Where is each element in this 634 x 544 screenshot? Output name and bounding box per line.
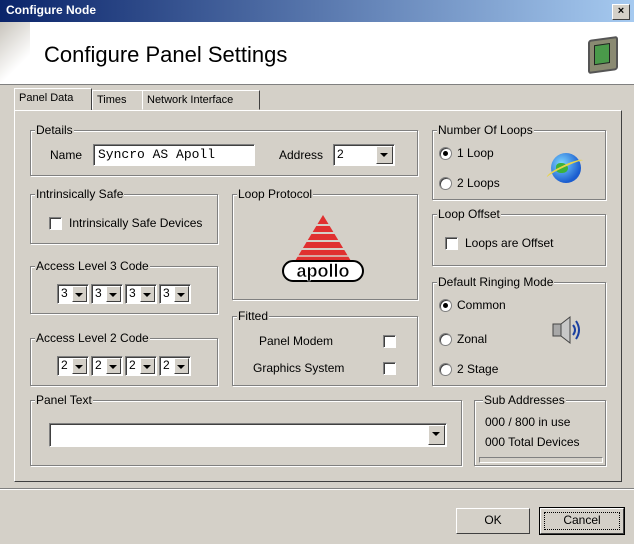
access-level-2-digit-4[interactable]: 2 <box>159 356 191 376</box>
access-level-3-digit-1[interactable]: 3 <box>57 284 89 304</box>
tab-times[interactable]: Times <box>92 90 144 110</box>
digit-dropdown-button[interactable] <box>174 286 189 302</box>
sub-addresses-in-use: 000 / 800 in use <box>485 415 571 429</box>
two-stage-radio[interactable] <box>439 363 452 376</box>
tab-network-interface[interactable]: Network Interface <box>142 90 260 110</box>
panel-modem-checkbox[interactable] <box>383 335 396 348</box>
window-title: Configure Node <box>6 3 96 17</box>
ok-button[interactable]: OK <box>456 508 530 534</box>
one-loop-label: 1 Loop <box>457 146 494 160</box>
access-level-3-digit-2[interactable]: 3 <box>91 284 123 304</box>
globe-icon <box>551 153 581 183</box>
loop-offset-group: Loop Offset Loops are Offset <box>432 207 606 266</box>
number-of-loops-legend: Number Of Loops <box>437 123 534 137</box>
panel-text-dropdown-button[interactable] <box>428 425 445 445</box>
cancel-button[interactable]: Cancel <box>539 507 625 535</box>
sub-addresses-progress-bar <box>479 457 603 463</box>
access-level-2-group: Access Level 2 Code 2 2 2 2 <box>30 331 218 386</box>
panel-device-icon <box>588 35 618 75</box>
access-level-2-digit-2[interactable]: 2 <box>91 356 123 376</box>
apollo-logo-text: apollo <box>297 261 350 281</box>
common-radio[interactable] <box>439 299 452 312</box>
loops-offset-label: Loops are Offset <box>465 236 554 250</box>
digit-value: 3 <box>95 286 102 300</box>
digit-value: 3 <box>163 286 170 300</box>
tab-panel-data-label: Panel Data <box>19 92 74 104</box>
graphics-system-checkbox[interactable] <box>383 362 396 375</box>
access-level-3-digit-4[interactable]: 3 <box>159 284 191 304</box>
intrinsically-safe-group: Intrinsically Safe Intrinsically Safe De… <box>30 187 218 244</box>
bottom-divider <box>0 488 634 490</box>
digit-value: 2 <box>61 358 68 372</box>
panel-modem-label: Panel Modem <box>259 334 334 348</box>
zonal-label: Zonal <box>457 332 488 346</box>
panel-text-legend: Panel Text <box>35 393 93 407</box>
ringing-mode-legend: Default Ringing Mode <box>437 275 555 289</box>
ringing-mode-group: Default Ringing Mode Common Zonal 2 Stag… <box>432 275 606 386</box>
header-accent <box>0 22 30 82</box>
graphics-system-label: Graphics System <box>253 361 345 375</box>
focus-rect <box>544 512 620 530</box>
common-label: Common <box>457 298 506 312</box>
intrinsically-safe-checkbox[interactable] <box>49 217 62 230</box>
loops-offset-checkbox[interactable] <box>445 237 458 250</box>
loop-offset-legend: Loop Offset <box>437 207 501 221</box>
digit-value: 3 <box>129 286 136 300</box>
name-field[interactable]: Syncro AS Apoll <box>93 144 255 166</box>
address-select[interactable]: 2 <box>333 144 395 166</box>
apollo-logo: apollo <box>282 215 364 282</box>
sub-addresses-legend: Sub Addresses <box>483 393 566 407</box>
number-of-loops-group: Number Of Loops 1 Loop 2 Loops <box>432 123 606 200</box>
close-button[interactable]: × <box>612 4 630 20</box>
digit-dropdown-button[interactable] <box>174 358 189 374</box>
loop-protocol-group: Loop Protocol apollo <box>232 187 418 300</box>
two-stage-label: 2 Stage <box>457 362 499 376</box>
digit-dropdown-button[interactable] <box>72 358 87 374</box>
digit-value: 2 <box>163 358 170 372</box>
panel-text-group: Panel Text <box>30 393 462 466</box>
digit-dropdown-button[interactable] <box>140 358 155 374</box>
two-loops-radio[interactable] <box>439 177 452 190</box>
details-legend: Details <box>35 123 74 137</box>
digit-dropdown-button[interactable] <box>106 358 121 374</box>
intrinsically-safe-label: Intrinsically Safe Devices <box>69 216 203 230</box>
fitted-group: Fitted Panel Modem Graphics System <box>232 309 418 386</box>
digit-value: 3 <box>61 286 68 300</box>
panel-text-combo[interactable] <box>49 423 447 447</box>
digit-dropdown-button[interactable] <box>72 286 87 302</box>
name-label: Name <box>50 148 83 162</box>
access-level-3-legend: Access Level 3 Code <box>35 259 150 273</box>
intrinsically-safe-legend: Intrinsically Safe <box>35 187 125 201</box>
loop-protocol-legend: Loop Protocol <box>237 187 314 201</box>
zonal-radio[interactable] <box>439 333 452 346</box>
page-title: Configure Panel Settings <box>44 42 288 67</box>
tab-network-interface-label: Network Interface <box>147 94 234 106</box>
fitted-legend: Fitted <box>237 309 270 323</box>
digit-value: 2 <box>95 358 102 372</box>
access-level-2-digit-3[interactable]: 2 <box>125 356 157 376</box>
tab-times-label: Times <box>97 94 127 106</box>
one-loop-radio[interactable] <box>439 147 452 160</box>
speaker-icon <box>552 315 580 345</box>
details-group: Details Name Syncro AS Apoll Address 2 <box>30 123 418 176</box>
access-level-3-group: Access Level 3 Code 3 3 3 3 <box>30 259 218 314</box>
title-bar: Configure Node × <box>0 0 634 22</box>
sub-addresses-total: 000 Total Devices <box>485 435 580 449</box>
digit-dropdown-button[interactable] <box>106 286 121 302</box>
sub-addresses-group: Sub Addresses 000 / 800 in use 000 Total… <box>474 393 606 466</box>
dialog-header: Configure Panel Settings <box>0 22 634 85</box>
access-level-3-digit-3[interactable]: 3 <box>125 284 157 304</box>
two-loops-label: 2 Loops <box>457 176 500 190</box>
name-value: Syncro AS Apoll <box>98 147 216 162</box>
digit-dropdown-button[interactable] <box>140 286 155 302</box>
tab-panel-data[interactable]: Panel Data <box>14 88 92 110</box>
access-level-2-digit-1[interactable]: 2 <box>57 356 89 376</box>
address-dropdown-button[interactable] <box>376 146 393 164</box>
address-value: 2 <box>337 147 344 161</box>
digit-value: 2 <box>129 358 136 372</box>
address-label: Address <box>279 148 324 162</box>
access-level-2-legend: Access Level 2 Code <box>35 331 150 345</box>
